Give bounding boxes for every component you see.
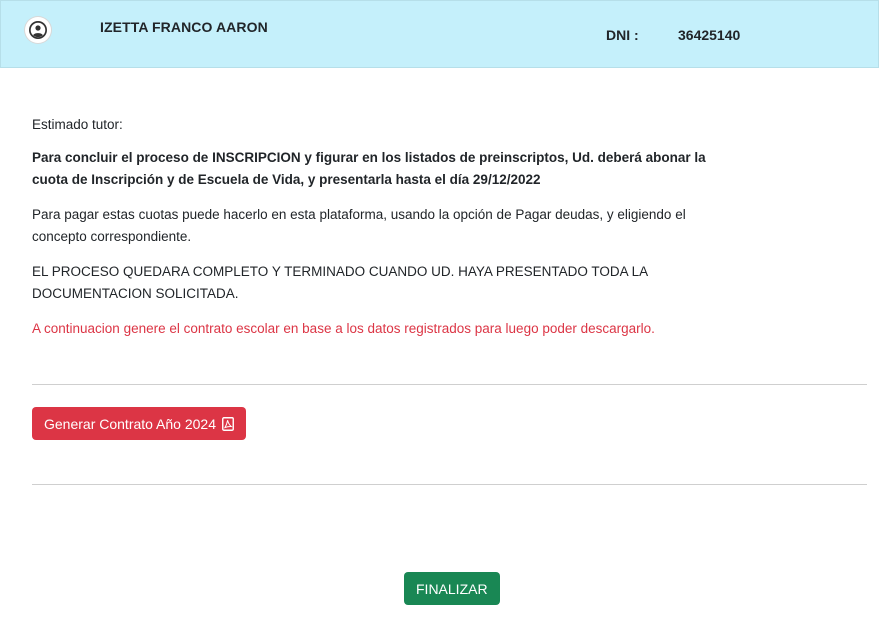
dni-label: DNI : bbox=[606, 27, 639, 43]
user-circle-icon bbox=[25, 17, 51, 43]
finish-button[interactable]: FINALIZAR bbox=[404, 572, 500, 605]
payment-info-text: Para pagar estas cuotas puede hacerlo en… bbox=[32, 207, 686, 244]
divider bbox=[32, 384, 867, 385]
greeting-text: Estimado tutor: bbox=[32, 117, 123, 132]
user-name: IZETTA FRANCO AARON bbox=[100, 19, 268, 35]
contract-instruction-text: A continuacion genere el contrato escola… bbox=[32, 321, 655, 336]
message-body: Estimado tutor: Para concluir el proceso… bbox=[32, 114, 732, 353]
process-complete-notice: EL PROCESO QUEDARA COMPLETO Y TERMINADO … bbox=[32, 264, 648, 301]
divider bbox=[32, 484, 867, 485]
dni-value: 36425140 bbox=[678, 27, 741, 43]
pdf-file-icon bbox=[222, 416, 234, 431]
user-header: IZETTA FRANCO AARON DNI : 36425140 bbox=[0, 0, 879, 68]
registration-deadline-notice: Para concluir el proceso de INSCRIPCION … bbox=[32, 150, 706, 187]
generate-contract-label: Generar Contrato Año 2024 bbox=[44, 415, 217, 432]
generate-contract-button[interactable]: Generar Contrato Año 2024 bbox=[32, 407, 247, 440]
